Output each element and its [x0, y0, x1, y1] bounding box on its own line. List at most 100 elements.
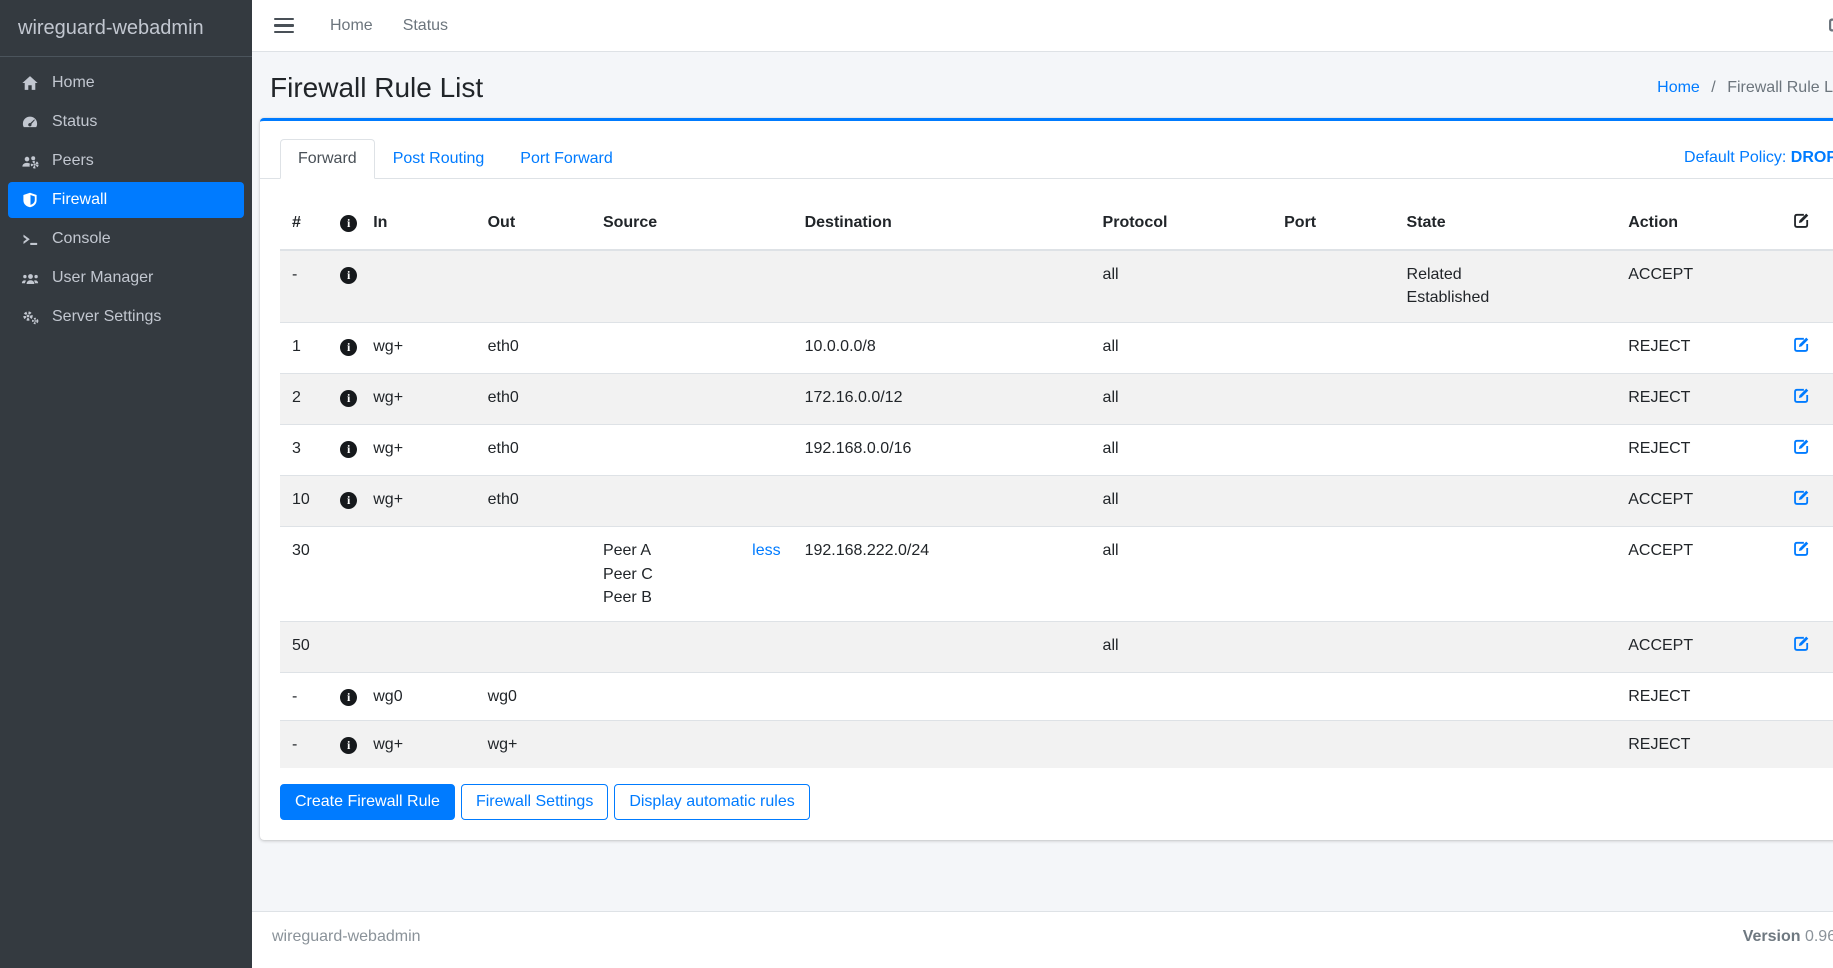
- col-number: #: [280, 199, 328, 250]
- firewall-settings-button[interactable]: Firewall Settings: [461, 784, 608, 820]
- rule-in-cell: [361, 250, 475, 322]
- col-destination: Destination: [793, 199, 1091, 250]
- content-header: Firewall Rule List Home / Firewall Rule …: [252, 52, 1833, 118]
- rule-state-cell: [1395, 476, 1617, 527]
- tab-forward[interactable]: Forward: [280, 139, 375, 179]
- sidebar-item-console[interactable]: Console: [8, 221, 244, 257]
- sidebar-item-home[interactable]: Home: [8, 65, 244, 101]
- rule-edit-cell: [1780, 250, 1833, 322]
- rule-state-cell: [1395, 721, 1617, 769]
- rule-out-cell: eth0: [476, 373, 591, 424]
- rule-destination-cell: [793, 250, 1091, 322]
- main-area: Home Status Firewall Rule List Home / Fi…: [252, 0, 1833, 968]
- info-icon[interactable]: i: [340, 492, 357, 509]
- info-icon[interactable]: i: [340, 441, 357, 458]
- rule-action-cell: REJECT: [1616, 721, 1780, 769]
- breadcrumb-home-link[interactable]: Home: [1657, 79, 1700, 96]
- rule-source-cell: Peer AlessPeer CPeer B: [591, 527, 793, 622]
- brand-title[interactable]: wireguard-webadmin: [0, 0, 252, 57]
- rule-source-cell: [591, 373, 793, 424]
- col-edit: [1780, 199, 1833, 250]
- rule-state-cell: [1395, 322, 1617, 373]
- rule-protocol-cell: [1091, 721, 1273, 769]
- rule-number-cell: 3: [280, 424, 328, 475]
- content: Forward Post Routing Port Forward Defaul…: [252, 118, 1833, 911]
- sign-out-icon[interactable]: [1824, 16, 1833, 39]
- info-icon: i: [340, 215, 357, 232]
- sidebar-item-server-settings[interactable]: Server Settings: [8, 299, 244, 335]
- info-icon[interactable]: i: [340, 737, 357, 754]
- edit-rule-icon[interactable]: [1792, 443, 1811, 460]
- edit-rule-icon[interactable]: [1792, 494, 1811, 511]
- users-icon: [19, 270, 41, 286]
- info-icon[interactable]: i: [340, 339, 357, 356]
- firewall-rule-row: 1iwg+eth010.0.0.0/8allREJECT: [280, 322, 1833, 373]
- col-port: Port: [1272, 199, 1394, 250]
- rule-source-cell: [591, 424, 793, 475]
- rule-edit-cell: [1780, 476, 1833, 527]
- rule-protocol-cell: all: [1091, 476, 1273, 527]
- source-less-link[interactable]: less: [752, 539, 780, 562]
- firewall-table-body: -iallRelatedEstablishedACCEPT1iwg+eth010…: [280, 250, 1833, 768]
- rule-edit-cell: [1780, 527, 1833, 622]
- edit-rule-icon[interactable]: [1792, 392, 1811, 409]
- rule-protocol-cell: all: [1091, 527, 1273, 622]
- rule-out-cell: wg0: [476, 673, 591, 721]
- rule-state-cell: [1395, 373, 1617, 424]
- rule-protocol-cell: all: [1091, 322, 1273, 373]
- rule-number-cell: -: [280, 721, 328, 769]
- rule-in-cell: wg+: [361, 322, 475, 373]
- info-icon[interactable]: i: [340, 390, 357, 407]
- firewall-rule-row: 50allACCEPT: [280, 621, 1833, 672]
- card-body: # i In Out Source Destination Protocol P…: [260, 179, 1833, 840]
- rule-number-cell: 1: [280, 322, 328, 373]
- tab-post-routing[interactable]: Post Routing: [375, 139, 503, 179]
- navbar-link-home[interactable]: Home: [330, 17, 373, 35]
- edit-rule-icon[interactable]: [1792, 640, 1811, 657]
- firewall-rule-row: 30Peer AlessPeer CPeer B192.168.222.0/24…: [280, 527, 1833, 622]
- navbar-link-status[interactable]: Status: [403, 17, 448, 35]
- tab-port-forward[interactable]: Port Forward: [502, 139, 630, 179]
- rule-destination-cell: [793, 476, 1091, 527]
- edit-rule-icon[interactable]: [1792, 341, 1811, 358]
- shield-icon: [19, 192, 41, 208]
- rule-in-cell: [361, 621, 475, 672]
- page: wireguard-webadmin Home Status Peers Fir…: [0, 0, 1833, 968]
- rule-in-cell: wg+: [361, 476, 475, 527]
- info-icon[interactable]: i: [340, 267, 357, 284]
- sidebar-item-status[interactable]: Status: [8, 104, 244, 140]
- rule-info-cell: i: [328, 250, 361, 322]
- source-peer: Peer C: [603, 563, 781, 586]
- rule-out-cell: [476, 621, 591, 672]
- rule-port-cell: [1272, 673, 1394, 721]
- sidebar-item-user-manager[interactable]: User Manager: [8, 260, 244, 296]
- edit-rule-icon[interactable]: [1792, 545, 1811, 562]
- rule-info-cell: [328, 527, 361, 622]
- rule-port-cell: [1272, 621, 1394, 672]
- terminal-icon: [19, 232, 41, 247]
- sidebar-item-peers[interactable]: Peers: [8, 143, 244, 179]
- card-header: Forward Post Routing Port Forward Defaul…: [260, 121, 1833, 179]
- display-automatic-rules-button[interactable]: Display automatic rules: [614, 784, 809, 820]
- source-peer: Peer B: [603, 586, 781, 609]
- rule-source-cell: [591, 721, 793, 769]
- create-firewall-rule-button[interactable]: Create Firewall Rule: [280, 784, 455, 820]
- rule-action-cell: REJECT: [1616, 424, 1780, 475]
- edit-header-icon[interactable]: [1792, 217, 1811, 234]
- sidebar-item-firewall[interactable]: Firewall: [8, 182, 244, 218]
- home-icon: [19, 75, 41, 91]
- hamburger-icon[interactable]: [274, 14, 294, 38]
- rule-state-cell: RelatedEstablished: [1395, 250, 1617, 322]
- rule-state-cell: [1395, 673, 1617, 721]
- rule-info-cell: i: [328, 322, 361, 373]
- rule-edit-cell: [1780, 322, 1833, 373]
- info-icon[interactable]: i: [340, 689, 357, 706]
- rule-action-cell: ACCEPT: [1616, 476, 1780, 527]
- rule-in-cell: wg+: [361, 721, 475, 769]
- col-out: Out: [476, 199, 591, 250]
- default-policy[interactable]: Default Policy: DROP: [1684, 149, 1833, 167]
- gauge-icon: [19, 114, 41, 130]
- rule-in-cell: [361, 527, 475, 622]
- version-label: Version: [1743, 928, 1801, 945]
- rule-state-cell: [1395, 527, 1617, 622]
